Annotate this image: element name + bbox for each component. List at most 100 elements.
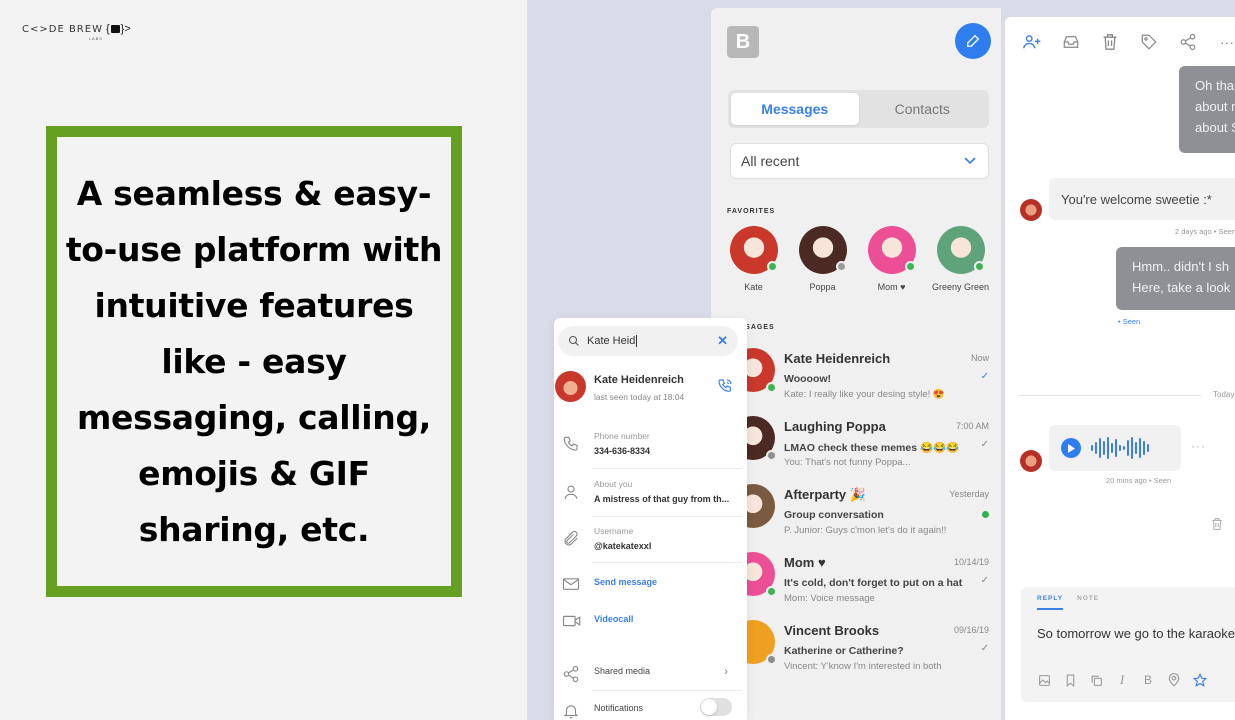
- conversation-preview: Woooow!: [784, 373, 832, 385]
- phone-icon: [563, 436, 578, 451]
- status-indicator: [904, 261, 916, 272]
- conversation-last-message: Mom: Voice message: [784, 593, 875, 604]
- add-user-button[interactable]: [1023, 33, 1041, 51]
- search-icon: [568, 335, 579, 346]
- conversation-item[interactable]: Mom ♥ 10/14/19 It's cold, don't forget t…: [711, 545, 1001, 613]
- status-indicator: [766, 654, 777, 665]
- copy-icon: [1091, 675, 1102, 686]
- day-label: Today: [1213, 390, 1235, 399]
- sent-check-icon: ✓: [980, 439, 989, 450]
- status-indicator: [766, 261, 778, 272]
- favorite-contact[interactable]: Greeny Green: [930, 226, 991, 292]
- call-button[interactable]: [717, 378, 733, 399]
- waveform-bar: [1143, 441, 1145, 455]
- favorite-contact[interactable]: Poppa: [792, 226, 853, 292]
- composer-input[interactable]: So tomorrow we go to the karaoke: [1037, 626, 1235, 641]
- filter-value: All recent: [741, 153, 800, 169]
- location-button[interactable]: [1167, 673, 1181, 687]
- status-indicator: [766, 586, 777, 597]
- more-icon: ···: [1220, 34, 1234, 50]
- notifications-label: Notifications: [594, 703, 644, 713]
- mail-icon: [562, 578, 580, 590]
- copy-button[interactable]: [1089, 673, 1103, 687]
- favorite-name: Kate: [744, 282, 763, 292]
- conversation-time: 7:00 AM: [955, 421, 989, 431]
- conversation-name: Vincent Brooks: [784, 623, 880, 638]
- composer-tabs: REPLY NOTE: [1037, 595, 1099, 610]
- favorite-contact[interactable]: Mom ♥: [861, 226, 922, 292]
- waveform-bar: [1103, 441, 1105, 455]
- phone-value: 334-636-8334: [594, 446, 651, 456]
- play-icon: [1068, 443, 1075, 453]
- bold-button[interactable]: B: [1141, 673, 1155, 687]
- conversation-name: Laughing Poppa: [784, 419, 886, 434]
- favorite-name: Mom ♥: [877, 282, 906, 292]
- message-bubble-outgoing: Hmm.. didn't I sh Here, take a look: [1116, 247, 1235, 310]
- bookmark-button[interactable]: [1063, 673, 1077, 687]
- conversation-item[interactable]: V Vincent Brooks 09/16/19 Katherine or C…: [711, 613, 1001, 681]
- conversation-name: Kate Heidenreich: [784, 351, 891, 366]
- conversation-item[interactable]: Afterparty 🎉 Yesterday Group conversatio…: [711, 477, 1001, 545]
- user-icon: [564, 485, 578, 499]
- status-indicator: [973, 261, 985, 272]
- message-more-icon[interactable]: ···: [1191, 439, 1206, 453]
- phone-call-icon: [718, 379, 732, 392]
- waveform-bar: [1095, 442, 1097, 454]
- inbox-button[interactable]: [1062, 33, 1080, 51]
- status-indicator: [766, 382, 777, 393]
- clear-search-icon[interactable]: ✕: [717, 333, 728, 349]
- brand-badge[interactable]: B: [727, 26, 759, 58]
- favorite-button[interactable]: [1193, 673, 1207, 687]
- conversation-item[interactable]: Kate Heidenreich Now Woooow! Kate: I rea…: [711, 341, 1001, 409]
- username-label: Username: [594, 526, 634, 536]
- italic-button[interactable]: I: [1115, 672, 1129, 687]
- read-check-icon: ✓: [980, 371, 989, 382]
- conversation-preview: It's cold, don't forget to put on a hat: [784, 577, 963, 589]
- contact-avatar: [555, 371, 586, 402]
- share-button[interactable]: [1179, 33, 1197, 51]
- more-button[interactable]: ···: [1218, 33, 1235, 51]
- contact-search-input[interactable]: Kate Heid ✕: [558, 326, 738, 356]
- conversation-sidebar: B Messages Contacts All recent FAVORITES…: [711, 8, 1001, 720]
- conversation-item[interactable]: Laughing Poppa 7:00 AM LMAO check these …: [711, 409, 1001, 477]
- chevron-right-icon: ›: [724, 664, 728, 678]
- chat-panel: ··· Oh thanksabout myabout S You're welc…: [1005, 17, 1235, 720]
- notifications-toggle[interactable]: [700, 698, 732, 716]
- star-icon: [1193, 673, 1207, 687]
- waveform: [1091, 436, 1149, 460]
- favorite-name: Greeny Green: [931, 282, 990, 292]
- image-icon: [1038, 674, 1050, 686]
- conversation-name: Mom ♥: [784, 555, 826, 570]
- tag-button[interactable]: [1140, 33, 1158, 51]
- delete-button[interactable]: [1101, 33, 1119, 51]
- bell-icon: [563, 705, 579, 719]
- conversation-last-message: You: That's not funny Poppa...: [784, 457, 911, 468]
- waveform-bar: [1147, 444, 1149, 452]
- trash-icon: [1103, 34, 1117, 50]
- about-value: A mistress of that guy from th...: [594, 494, 730, 504]
- voice-message: [1049, 425, 1181, 471]
- voice-timestamp: 20 mins ago • Seen: [1106, 476, 1172, 485]
- shared-media-label: Shared media: [594, 666, 651, 676]
- search-value: Kate Heid: [587, 335, 636, 347]
- seen-indicator: • Seen: [1118, 317, 1141, 326]
- delete-message-button[interactable]: [1211, 517, 1223, 536]
- tab-reply[interactable]: REPLY: [1037, 595, 1064, 610]
- image-button[interactable]: [1037, 673, 1051, 687]
- compose-button[interactable]: [955, 23, 991, 59]
- inbox-icon: [1063, 36, 1079, 48]
- waveform-bar: [1107, 437, 1109, 459]
- videocall-link[interactable]: Videocall: [594, 614, 633, 624]
- tab-note[interactable]: NOTE: [1077, 595, 1099, 610]
- message-bubble-incoming: You're welcome sweetie :*: [1049, 178, 1235, 220]
- tab-contacts[interactable]: Contacts: [859, 93, 987, 125]
- play-button[interactable]: [1061, 438, 1081, 458]
- message-timestamp: 2 days ago • Seen: [1175, 227, 1235, 236]
- view-tabs: Messages Contacts: [728, 90, 989, 128]
- tab-messages[interactable]: Messages: [731, 93, 859, 125]
- chat-toolbar: ···: [1023, 33, 1235, 51]
- send-message-link[interactable]: Send message: [594, 577, 657, 587]
- recent-filter-select[interactable]: All recent: [730, 143, 989, 179]
- conversation-name: Afterparty 🎉: [784, 487, 866, 502]
- favorite-contact[interactable]: Kate: [723, 226, 784, 292]
